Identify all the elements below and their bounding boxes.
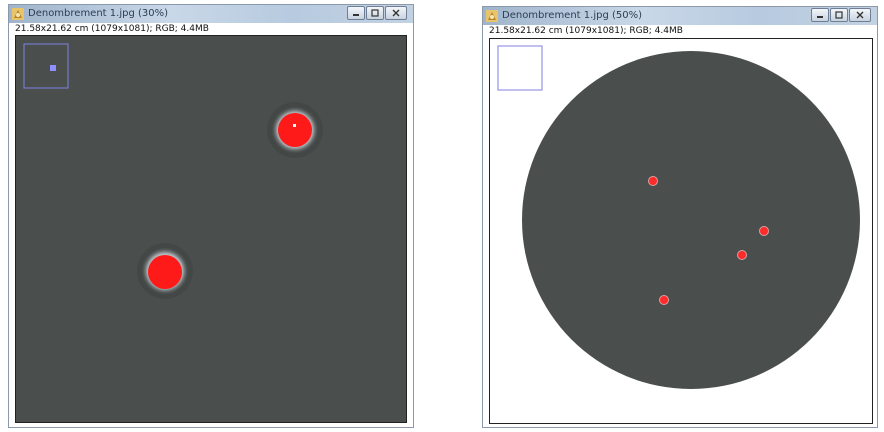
- close-icon: [392, 9, 400, 17]
- imagej-microscope-icon: [12, 8, 24, 20]
- minimize-button[interactable]: [811, 8, 829, 22]
- window-title: Denombrement 1.jpg (50%): [502, 10, 642, 21]
- minimize-icon: [353, 14, 359, 16]
- navigator-viewport[interactable]: [50, 65, 56, 71]
- image-info-line: 21.58x21.62 cm (1079x1081); RGB; 4.4MB: [489, 26, 683, 36]
- window-titlebar[interactable]: Denombrement 1.jpg (30%): [9, 5, 413, 23]
- window-titlebar[interactable]: Denombrement 1.jpg (50%): [483, 7, 877, 25]
- colony: [737, 250, 747, 260]
- window-controls: [347, 6, 407, 21]
- image-canvas[interactable]: [489, 38, 873, 424]
- image-window-zoomed[interactable]: Denombrement 1.jpg (30%) 21.58x21.62 cm …: [8, 4, 414, 428]
- window-controls: [811, 8, 871, 23]
- close-button[interactable]: [849, 8, 871, 22]
- colony: [759, 226, 769, 236]
- close-icon: [856, 11, 864, 19]
- maximize-icon: [371, 9, 379, 17]
- maximize-icon: [835, 11, 843, 19]
- minimize-icon: [817, 16, 823, 18]
- dish-background: [16, 36, 406, 422]
- image-canvas-svg[interactable]: [490, 39, 872, 423]
- colony: [267, 102, 323, 158]
- maximize-button[interactable]: [366, 6, 384, 20]
- minimize-button[interactable]: [347, 6, 365, 20]
- colony: [659, 295, 669, 305]
- image-window-overview[interactable]: Denombrement 1.jpg (50%) 21.58x21.62 cm …: [482, 6, 878, 428]
- image-canvas-svg[interactable]: [16, 36, 406, 422]
- window-title: Denombrement 1.jpg (30%): [28, 8, 168, 19]
- colony: [648, 176, 658, 186]
- image-info-line: 21.58x21.62 cm (1079x1081); RGB; 4.4MB: [15, 24, 209, 34]
- colony: [137, 243, 193, 299]
- petri-dish: [522, 51, 860, 389]
- close-button[interactable]: [385, 6, 407, 20]
- image-canvas[interactable]: [15, 35, 407, 423]
- imagej-microscope-icon: [486, 10, 498, 22]
- maximize-button[interactable]: [830, 8, 848, 22]
